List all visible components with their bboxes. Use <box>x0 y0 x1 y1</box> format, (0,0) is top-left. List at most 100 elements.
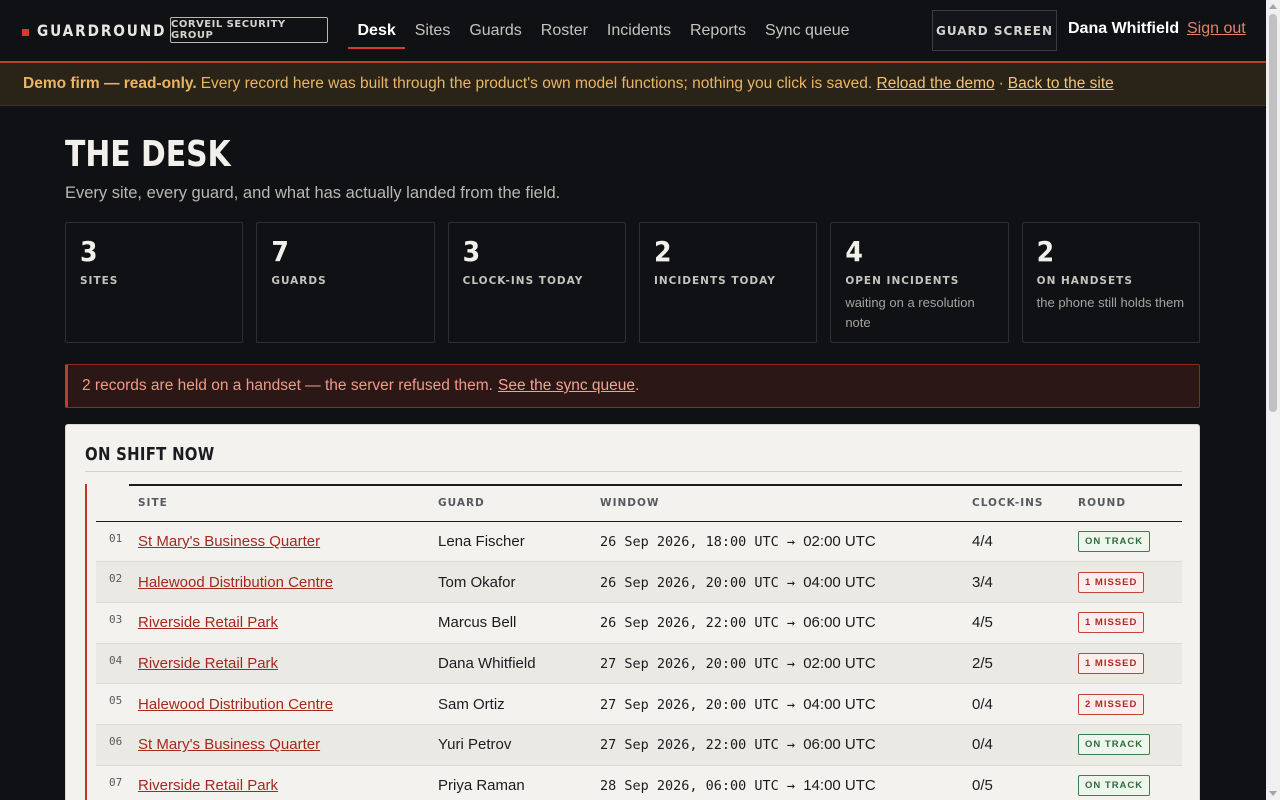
guard-screen-button[interactable]: GUARD SCREEN <box>932 10 1057 51</box>
table-row: 06 St Mary's Business Quarter Yuri Petrov 2… <box>96 724 1182 766</box>
nav-item-incidents[interactable]: Incidents <box>597 0 680 61</box>
window-end: 02:00 UTC <box>803 654 876 672</box>
guard-cell: Marcus Bell <box>438 614 517 632</box>
window-end: 14:00 UTC <box>803 776 876 794</box>
panel-title: ON SHIFT NOW <box>85 444 215 465</box>
demo-banner-text: Every record here was built through the … <box>200 75 873 92</box>
panel-accent-bar <box>85 484 87 800</box>
site-cell: Halewood Distribution Centre <box>129 684 429 725</box>
organization-badge: CORVEIL SECURITY GROUP <box>170 17 328 43</box>
scroll-up-arrow-icon[interactable] <box>1269 4 1277 9</box>
stat-value: 2 <box>1036 235 1055 268</box>
stat-card-sites: 3 SITES <box>65 222 244 343</box>
stat-value: 2 <box>653 235 672 268</box>
guard-cell: Dana Whitfield <box>438 654 536 672</box>
back-to-site-link[interactable]: Back to the site <box>1008 75 1114 93</box>
round-cell: ON TRACK <box>1069 521 1182 562</box>
window-cell: 26 Sep 2026, 18:00 UTC → 02:00 UTC <box>591 521 963 562</box>
round-cell: 1 MISSED <box>1069 562 1182 603</box>
site-link[interactable]: St Mary's Business Quarter <box>138 533 320 550</box>
nav-item-sites[interactable]: Sites <box>405 0 460 61</box>
site-link[interactable]: Halewood Distribution Centre <box>138 574 333 591</box>
page-scrollbar[interactable] <box>1266 0 1280 800</box>
table-row: 05 Halewood Distribution Centre Sam Ortiz 2… <box>96 684 1182 725</box>
row-index: 05 <box>109 694 123 708</box>
window-cell: 26 Sep 2026, 20:00 UTC → 04:00 UTC <box>591 562 963 603</box>
guard-column-header[interactable]: GUARD <box>429 484 591 522</box>
window-column-header[interactable]: WINDOW <box>591 484 963 522</box>
nav-item-sync-queue[interactable]: Sync queue <box>756 0 860 61</box>
site-cell: Halewood Distribution Centre <box>129 562 429 603</box>
panel-divider <box>85 471 1182 472</box>
site-link[interactable]: Riverside Retail Park <box>138 655 278 672</box>
user-name: Dana Whitfield <box>1068 20 1180 37</box>
guard-cell: Yuri Petrov <box>438 736 512 754</box>
round-cell: ON TRACK <box>1069 724 1182 765</box>
demo-banner-bold: Demo firm — read-only. <box>23 75 197 92</box>
window-start: 28 Sep 2026, 06:00 UTC → <box>600 777 796 794</box>
site-cell: Riverside Retail Park <box>129 602 429 643</box>
round-cell: 2 MISSED <box>1069 684 1182 725</box>
scroll-down-arrow-icon[interactable] <box>1269 791 1277 796</box>
table-header-row: SITE GUARD WINDOW CLOCK-INS ROUND <box>96 484 1182 522</box>
window-end: 04:00 UTC <box>803 573 876 591</box>
table-body: 01 St Mary's Business Quarter Lena Fischer… <box>96 521 1182 800</box>
row-index: 02 <box>109 572 123 586</box>
round-status-badge: ON TRACK <box>1078 530 1151 552</box>
stat-label: GUARDS <box>271 275 327 287</box>
round-status-badge: 2 MISSED <box>1078 693 1145 715</box>
scrollbar-thumb[interactable] <box>1269 14 1277 412</box>
stat-label: SITES <box>80 275 119 287</box>
main-nav: Desk Sites Guards Roster Incidents Reports Syn… <box>348 0 859 61</box>
sync-queue-link[interactable]: See the sync queue <box>498 377 635 395</box>
window-end: 06:00 UTC <box>803 614 876 632</box>
site-link[interactable]: St Mary's Business Quarter <box>138 736 320 753</box>
stat-card-incidents-today: 2 INCIDENTS TODAY <box>638 222 818 343</box>
table-row: 02 Halewood Distribution Centre Tom Okafor… <box>96 561 1182 603</box>
brand-square-icon <box>22 28 29 36</box>
clockins-cell: 0/5 <box>972 776 993 794</box>
site-cell: Riverside Retail Park <box>129 643 429 684</box>
sign-out-link[interactable]: Sign out <box>1187 20 1246 38</box>
reload-demo-link[interactable]: Reload the demo <box>877 75 995 93</box>
nav-item-reports[interactable]: Reports <box>680 0 755 61</box>
row-index: 03 <box>109 612 123 626</box>
guard-cell: Tom Okafor <box>438 573 516 591</box>
on-shift-table: SITE GUARD WINDOW CLOCK-INS ROUND 01 St M… <box>96 484 1182 800</box>
sync-alert-tail: . <box>635 377 640 394</box>
window-cell: 27 Sep 2026, 20:00 UTC → 02:00 UTC <box>591 643 963 684</box>
window-start: 26 Sep 2026, 20:00 UTC → <box>600 574 796 591</box>
window-end: 02:00 UTC <box>803 532 876 550</box>
clockins-cell: 0/4 <box>972 736 993 754</box>
guard-cell: Priya Raman <box>438 776 525 794</box>
row-index: 07 <box>109 775 123 789</box>
site-link[interactable]: Riverside Retail Park <box>138 777 278 794</box>
stat-label: ON HANDSETS <box>1036 275 1133 287</box>
nav-item-roster[interactable]: Roster <box>531 0 597 61</box>
site-link[interactable]: Riverside Retail Park <box>138 614 278 631</box>
row-index: 01 <box>109 531 123 545</box>
window-start: 26 Sep 2026, 22:00 UTC → <box>600 615 796 632</box>
stat-card-on-handsets: 2 ON HANDSETS the phone still holds them <box>1021 222 1200 343</box>
round-cell: 1 MISSED <box>1069 602 1182 643</box>
clockins-column-header[interactable]: CLOCK-INS <box>963 484 1069 522</box>
table-row: 04 Riverside Retail Park Dana Whitfield 27 … <box>96 643 1182 684</box>
round-status-badge: 1 MISSED <box>1078 612 1145 634</box>
stat-label: OPEN INCIDENTS <box>845 275 960 287</box>
stat-value: 4 <box>845 235 863 268</box>
round-column-header[interactable]: ROUND <box>1069 484 1182 522</box>
nav-item-guards[interactable]: Guards <box>460 0 531 61</box>
window-cell: 27 Sep 2026, 20:00 UTC → 04:00 UTC <box>591 684 963 725</box>
sync-alert: 2 records are held on a handset — the se… <box>65 364 1200 408</box>
stat-card-open-incidents: 4 OPEN INCIDENTS waiting on a resolution n… <box>830 222 1009 343</box>
stat-label: INCIDENTS TODAY <box>653 275 776 287</box>
brand-name: GUARDROUND <box>37 21 167 40</box>
site-link[interactable]: Halewood Distribution Centre <box>138 696 333 713</box>
guard-cell: Lena Fischer <box>438 532 525 550</box>
nav-item-desk[interactable]: Desk <box>348 0 406 61</box>
site-column-header[interactable]: SITE <box>129 484 429 522</box>
stat-value: 3 <box>462 235 481 268</box>
round-status-badge: ON TRACK <box>1078 774 1151 796</box>
brand[interactable]: GUARDROUND <box>22 21 173 40</box>
window-end: 04:00 UTC <box>803 695 876 713</box>
